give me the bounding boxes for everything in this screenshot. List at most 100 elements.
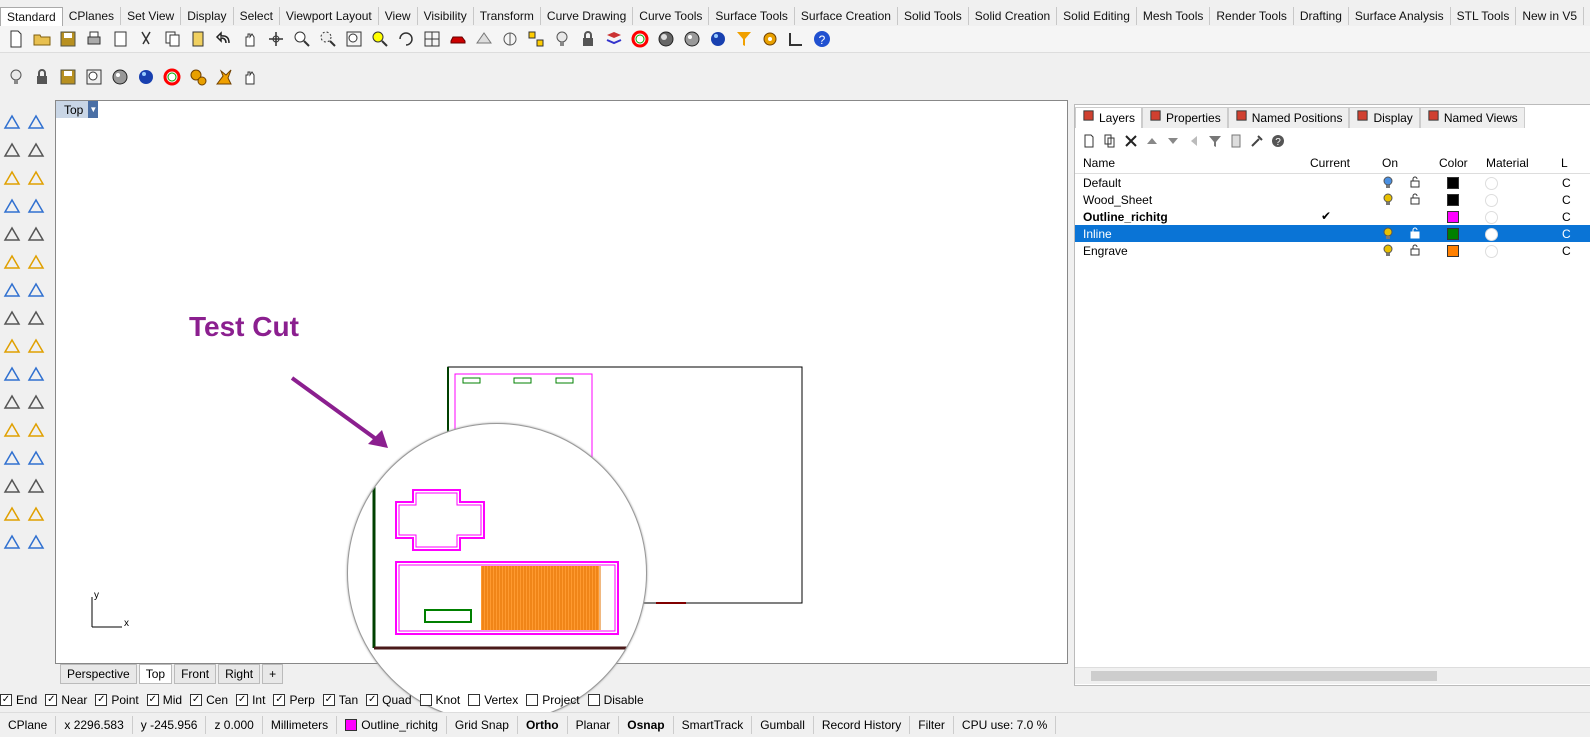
arc-icon[interactable] xyxy=(0,194,24,218)
checkbox[interactable] xyxy=(468,694,481,706)
viewport-tab-front[interactable]: Front xyxy=(174,664,217,684)
checkbox[interactable]: ✓ xyxy=(0,694,12,706)
checkbox[interactable]: ✓ xyxy=(273,694,286,706)
sphere-icon[interactable] xyxy=(24,278,48,302)
ortho-icon[interactable] xyxy=(784,27,808,51)
checkbox[interactable]: ✓ xyxy=(236,694,249,706)
filter-toggle[interactable]: Filter xyxy=(910,716,954,734)
col-on[interactable]: On xyxy=(1382,156,1398,170)
ruler-icon[interactable] xyxy=(24,474,48,498)
save-icon[interactable] xyxy=(56,27,80,51)
material-icon[interactable] xyxy=(1485,228,1498,241)
gear-icon[interactable] xyxy=(758,27,782,51)
osnap-toggle[interactable]: Osnap xyxy=(619,716,674,734)
save-icon[interactable] xyxy=(56,65,80,89)
sphere-shade-icon[interactable] xyxy=(654,27,678,51)
viewport-menu-dropdown[interactable]: ▼ xyxy=(88,101,99,118)
open-folder-icon[interactable] xyxy=(30,27,54,51)
zoom-extents-icon[interactable] xyxy=(342,27,366,51)
lock-icon[interactable] xyxy=(576,27,600,51)
new-file-icon[interactable] xyxy=(4,27,28,51)
layer-row[interactable]: Engrave C xyxy=(1075,242,1590,259)
checkbox[interactable]: ✓ xyxy=(45,694,58,706)
render-icon[interactable] xyxy=(472,27,496,51)
curve-icon[interactable] xyxy=(24,138,48,162)
move-left-icon[interactable] xyxy=(1184,132,1203,151)
array-icon[interactable] xyxy=(24,390,48,414)
rotate-view-icon[interactable] xyxy=(264,27,288,51)
new-layer-icon[interactable] xyxy=(1079,132,1098,151)
checkbox[interactable] xyxy=(526,694,539,706)
light-bulb-icon[interactable] xyxy=(1382,176,1394,188)
current-check-icon[interactable]: ✔ xyxy=(1321,209,1331,223)
light-bulb-icon[interactable] xyxy=(1382,227,1394,239)
layer-color-swatch[interactable] xyxy=(1447,177,1459,189)
ortho-toggle[interactable]: Ortho xyxy=(518,716,568,734)
col-extra[interactable]: L xyxy=(1561,156,1568,170)
record-history-toggle[interactable]: Record History xyxy=(814,716,911,734)
rotate-icon[interactable] xyxy=(394,27,418,51)
osnap-tan[interactable]: ✓ Tan xyxy=(322,693,358,707)
material-icon[interactable] xyxy=(1485,194,1498,207)
point-icon[interactable] xyxy=(24,110,48,134)
copy-icon[interactable] xyxy=(160,27,184,51)
panel-tab-named-positions[interactable]: Named Positions xyxy=(1227,107,1350,128)
import-icon[interactable] xyxy=(108,27,132,51)
viewport-tab-right[interactable]: Right xyxy=(218,664,261,684)
zoom-icon[interactable] xyxy=(290,27,314,51)
units[interactable]: Millimeters xyxy=(263,716,338,734)
cylinder-icon[interactable] xyxy=(0,306,24,330)
osnap-point[interactable]: ✓ Point xyxy=(95,693,139,707)
cut-icon[interactable] xyxy=(134,27,158,51)
osnap-vertex[interactable]: Vertex xyxy=(468,693,518,707)
col-material[interactable]: Material xyxy=(1486,156,1529,170)
new-sublayer-icon[interactable] xyxy=(1100,132,1119,151)
undo-icon[interactable] xyxy=(212,27,236,51)
layer-row[interactable]: Outline_richitg ✔ C xyxy=(1075,208,1590,225)
toolbar-tab-cplanes[interactable]: CPlanes xyxy=(63,7,122,25)
pan-hand-icon[interactable] xyxy=(238,27,262,51)
toolbar-tab-solid-tools[interactable]: Solid Tools xyxy=(898,7,969,25)
layer-color-swatch[interactable] xyxy=(1447,245,1459,257)
cone-icon[interactable] xyxy=(0,530,24,554)
lock-icon[interactable] xyxy=(30,65,54,89)
osnap-disable[interactable]: Disable xyxy=(587,693,644,707)
scrollbar-thumb[interactable] xyxy=(1091,671,1437,681)
osnap-end[interactable]: ✓ End xyxy=(0,693,37,707)
blend-icon[interactable] xyxy=(0,418,24,442)
unlock-icon[interactable] xyxy=(1409,227,1421,239)
toolbar-tab-transform[interactable]: Transform xyxy=(474,7,541,25)
checkbox[interactable] xyxy=(587,694,600,706)
osnap-mid[interactable]: ✓ Mid xyxy=(146,693,182,707)
toolbar-tab-visibility[interactable]: Visibility xyxy=(418,7,474,25)
checkbox[interactable]: ✓ xyxy=(322,694,335,706)
tools-icon[interactable] xyxy=(1247,132,1266,151)
toolbar-tab-curve-drawing[interactable]: Curve Drawing xyxy=(541,7,634,25)
sphere-grey-icon[interactable] xyxy=(680,27,704,51)
panel-tab-properties[interactable]: Properties xyxy=(1142,107,1228,128)
layer-name[interactable]: Inline xyxy=(1083,227,1112,241)
layer-row[interactable]: Inline C xyxy=(1075,225,1590,242)
snap-icon[interactable] xyxy=(524,27,548,51)
move-up-icon[interactable] xyxy=(1142,132,1161,151)
explode-icon[interactable] xyxy=(212,65,236,89)
layer-color-swatch[interactable] xyxy=(1447,194,1459,206)
dimension-icon[interactable] xyxy=(0,362,24,386)
checkbox[interactable]: ✓ xyxy=(366,694,379,706)
viewport-tab-top[interactable]: Top xyxy=(138,664,173,684)
surface-icon[interactable] xyxy=(0,250,24,274)
layer-icon[interactable] xyxy=(602,27,626,51)
planar-toggle[interactable]: Planar xyxy=(568,716,620,734)
filter-icon[interactable] xyxy=(732,27,756,51)
paint-icon[interactable] xyxy=(24,530,48,554)
edit-surface-icon[interactable] xyxy=(24,250,48,274)
polygon-icon[interactable] xyxy=(0,222,24,246)
gears-icon[interactable] xyxy=(186,65,210,89)
col-name[interactable]: Name xyxy=(1083,156,1115,170)
help-icon[interactable]: ? xyxy=(810,27,834,51)
circle-icon[interactable] xyxy=(0,166,24,190)
light-bulb-icon[interactable] xyxy=(1382,244,1394,256)
unlock-icon[interactable] xyxy=(1409,193,1421,205)
circle-target-icon[interactable] xyxy=(498,27,522,51)
toolbar-tab-stl-tools[interactable]: STL Tools xyxy=(1451,7,1517,25)
